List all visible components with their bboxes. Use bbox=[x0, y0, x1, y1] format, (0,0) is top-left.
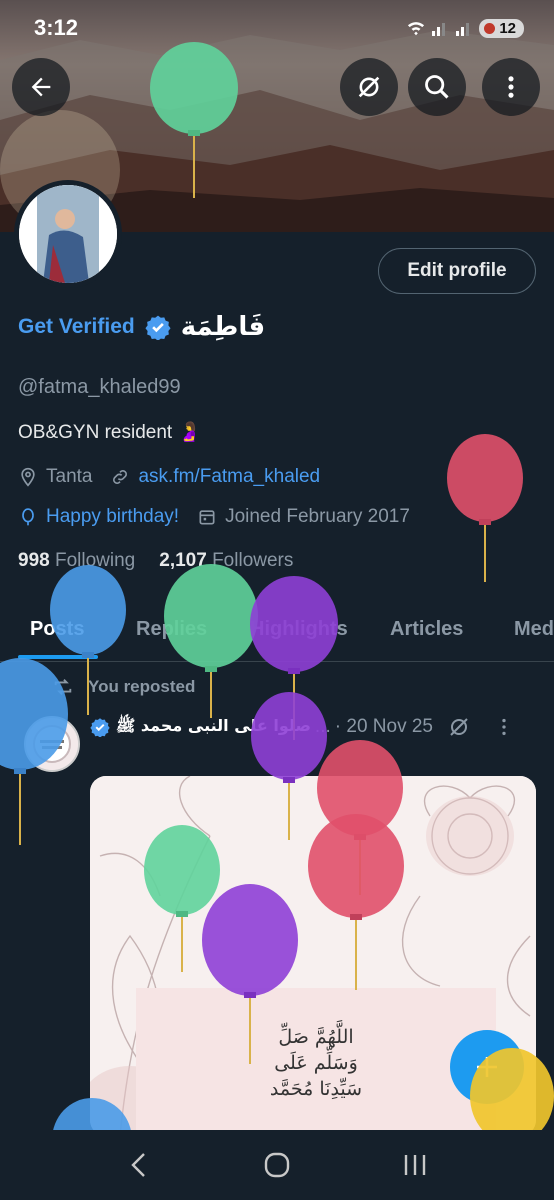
repost-icon bbox=[54, 679, 72, 695]
active-tab-indicator bbox=[18, 655, 98, 659]
search-button[interactable] bbox=[408, 58, 466, 116]
balloon-icon bbox=[22, 508, 34, 526]
status-time: 3:12 bbox=[34, 15, 79, 40]
post-date: · 20 Nov 25 bbox=[334, 716, 433, 737]
no-signal-button[interactable] bbox=[340, 58, 398, 116]
tab-highlights[interactable]: Highlights bbox=[250, 618, 348, 641]
plus-icon bbox=[477, 1057, 497, 1077]
more-vertical-icon bbox=[508, 76, 514, 98]
wifi-icon bbox=[408, 22, 425, 36]
avatar-photo bbox=[19, 185, 117, 283]
balloon bbox=[447, 434, 523, 582]
tab-media[interactable]: Media bbox=[514, 618, 554, 641]
post-more-icon[interactable] bbox=[493, 716, 515, 738]
display-name: فَاطِمَة bbox=[180, 312, 266, 342]
nav-back-button[interactable] bbox=[109, 1140, 169, 1190]
post-name-ellipsis: ... bbox=[314, 716, 331, 737]
no-signal-icon bbox=[358, 76, 380, 98]
recents-icon bbox=[404, 1155, 426, 1175]
get-verified-link[interactable]: Get Verified bbox=[18, 315, 135, 339]
location-text: Tanta bbox=[46, 466, 93, 487]
birthday-text[interactable]: Happy birthday! bbox=[46, 506, 179, 528]
arrow-left-icon bbox=[31, 77, 51, 97]
post-author-name[interactable]: صلوا على النبى محمد ﷺ bbox=[116, 716, 311, 739]
edit-profile-button[interactable]: Edit profile bbox=[378, 248, 536, 294]
following-link[interactable]: 998 Following bbox=[18, 550, 135, 572]
location-pin-icon bbox=[21, 467, 35, 487]
tab-replies[interactable]: Replies bbox=[136, 618, 207, 641]
verified-badge-icon bbox=[90, 718, 110, 737]
prayer-line-2: وَسَلِّم عَلَى bbox=[274, 1052, 358, 1074]
following-label: Following bbox=[54, 550, 136, 571]
website-link[interactable]: ask.fm/Fatma_khaled bbox=[138, 466, 320, 488]
search-icon bbox=[425, 75, 449, 99]
chevron-left-icon bbox=[131, 1153, 145, 1177]
signal-icon bbox=[456, 23, 470, 36]
compose-button[interactable] bbox=[450, 1030, 524, 1104]
prayer-line-3: سَيِّدِنَا مُحَمَّد bbox=[269, 1078, 363, 1100]
bio: OB&GYN resident 🤰 bbox=[18, 422, 202, 443]
prayer-card: اللَّهُمَّ صَلِّ وَسَلِّم عَلَى سَيِّدِن… bbox=[136, 988, 496, 1136]
link-icon bbox=[113, 470, 128, 484]
status-bar: 3:12 12 bbox=[0, 0, 554, 56]
followers-count: 2,107 bbox=[159, 550, 207, 571]
more-button[interactable] bbox=[482, 58, 540, 116]
handle: @fatma_khaled99 bbox=[18, 376, 181, 398]
following-count: 998 bbox=[18, 550, 50, 571]
nav-recents-button[interactable] bbox=[385, 1140, 445, 1190]
back-button[interactable] bbox=[12, 58, 70, 116]
tab-posts[interactable]: Posts bbox=[30, 618, 84, 641]
repost-label: You reposted bbox=[88, 677, 196, 696]
no-signal-icon[interactable] bbox=[447, 715, 471, 739]
prayer-line-1: اللَّهُمَّ صَلِّ bbox=[278, 1026, 354, 1048]
nav-home-button[interactable] bbox=[247, 1140, 307, 1190]
status-icons: 12 bbox=[407, 18, 524, 38]
battery-indicator: 12 bbox=[479, 18, 524, 38]
calendar-icon bbox=[199, 510, 215, 525]
follow-stats: 998 Following 2,107 Followers bbox=[18, 550, 293, 572]
tab-articles[interactable]: Articles bbox=[390, 618, 463, 641]
system-nav-bar bbox=[0, 1130, 554, 1200]
meta-row-location: Tanta ask.fm/Fatma_khaled bbox=[18, 466, 320, 488]
meta-row-dates: Happy birthday! Joined February 2017 bbox=[18, 506, 410, 528]
followers-link[interactable]: 2,107 Followers bbox=[159, 550, 293, 572]
profile-tabs: Posts Replies Highlights Articles Media bbox=[0, 600, 554, 662]
repost-indicator: You reposted bbox=[52, 676, 195, 698]
signal-icon bbox=[432, 23, 446, 36]
home-circle-icon bbox=[264, 1152, 290, 1178]
avatar[interactable] bbox=[14, 180, 122, 288]
post-header: صلوا على النبى محمد ﷺ ... · 20 Nov 25 bbox=[90, 712, 540, 742]
author-avatar-art bbox=[26, 718, 78, 770]
name-row: Get Verified فَاطِمَة bbox=[18, 312, 265, 342]
joined-text: Joined February 2017 bbox=[225, 506, 410, 527]
followers-label: Followers bbox=[212, 550, 294, 571]
post-author-avatar[interactable] bbox=[24, 716, 80, 772]
verified-badge-icon bbox=[145, 315, 171, 340]
